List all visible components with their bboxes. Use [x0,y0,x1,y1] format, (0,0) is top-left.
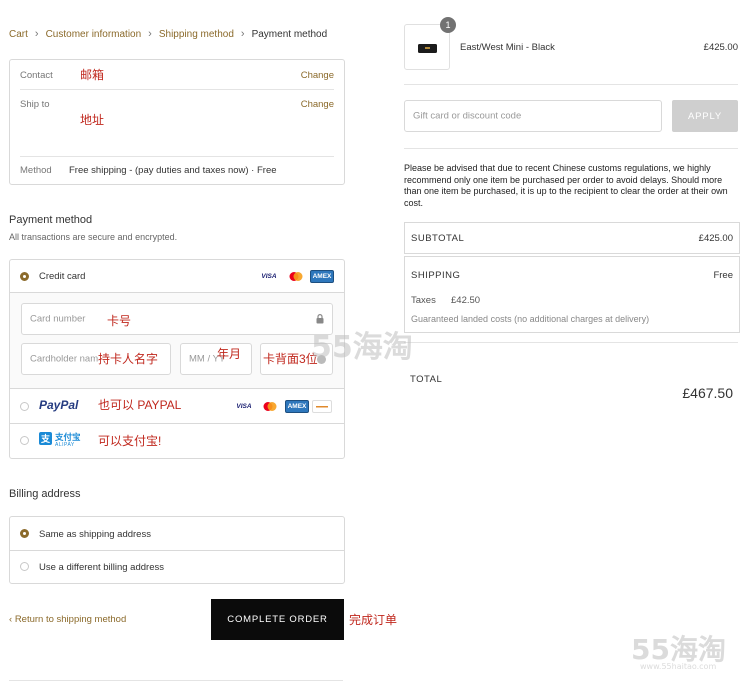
chevron-right-icon: › [148,28,152,40]
shipping-taxes-box: SHIPPING Free Taxes £42.50 Guaranteed la… [404,256,740,333]
payment-option-alipay[interactable]: 支 支付宝 ALIPAY 可以支付宝! [10,424,344,458]
payment-method-subtitle: All transactions are secure and encrypte… [9,232,178,242]
customs-notice: Please be advised that due to recent Chi… [404,163,728,208]
watermark-center: 55海淘 [311,330,413,365]
amex-icon: AMEX [285,400,309,413]
paypal-radio[interactable] [20,402,29,411]
divider [404,84,738,85]
card-number-input[interactable]: Card number [21,303,333,335]
card-form-area: Card number 卡号 Cardholder name 持卡人名字 MM … [10,293,344,388]
chevron-right-icon: › [34,28,39,40]
return-to-shipping-label: Return to shipping method [14,614,127,625]
subtotal-row: SUBTOTAL £425.00 [404,222,740,254]
divider [20,156,334,157]
item-quantity-badge: 1 [440,17,456,33]
expiry-annotation: 年月 [217,347,242,361]
discover-icon [312,400,332,413]
watermark-corner-url: www.55haitao.com [640,662,717,671]
payment-options-box: Credit card VISA AMEX Card number 卡号 Car… [9,259,345,459]
credit-card-label: Credit card [39,271,86,282]
divider [404,148,738,149]
payment-method-title: Payment method [9,214,93,226]
breadcrumb-cart[interactable]: Cart [9,29,28,40]
alipay-radio[interactable] [20,436,29,445]
ship-to-label: Ship to [20,99,50,110]
discount-code-placeholder: Gift card or discount code [413,110,522,122]
visa-icon: VISA [234,401,254,412]
total-value: £467.50 [682,385,733,401]
method-label: Method [20,165,52,176]
method-value: Free shipping - (pay duties and taxes no… [69,165,277,176]
alipay-annotation: 可以支付宝! [98,434,162,448]
breadcrumb-shipping-method[interactable]: Shipping method [159,29,234,40]
billing-different-label: Use a different billing address [39,562,164,573]
cvv-annotation: 卡背面3位 [263,352,318,366]
billing-same-option[interactable]: Same as shipping address [10,517,344,550]
visa-icon: VISA [259,271,279,282]
alipay-icon: 支 [39,432,52,445]
breadcrumb-customer-information[interactable]: Customer information [46,29,142,40]
taxes-label: Taxes [411,295,436,306]
complete-order-button[interactable]: COMPLETE ORDER [211,599,344,640]
billing-address-title: Billing address [9,488,81,500]
landed-costs-note: Guaranteed landed costs (no additional c… [411,314,650,324]
breadcrumb: Cart › Customer information › Shipping m… [9,28,327,40]
card-number-placeholder: Card number [30,313,86,325]
amex-icon: AMEX [310,270,334,283]
cardholder-annotation: 持卡人名字 [98,350,159,367]
divider [9,680,343,681]
complete-order-annotation: 完成订单 [349,613,398,627]
credit-card-radio[interactable] [20,272,29,281]
divider [404,342,738,343]
item-price: £425.00 [703,42,738,53]
shipping-value: Free [713,270,733,281]
review-info-box: Contact 邮箱 Change Ship to 地址 Change Meth… [9,59,345,185]
billing-same-radio[interactable] [20,529,29,538]
subtotal-value: £425.00 [698,233,733,244]
ship-to-change-link[interactable]: Change [301,99,334,110]
billing-different-radio[interactable] [20,562,29,571]
return-to-shipping-link[interactable]: ‹ Return to shipping method [9,614,126,625]
total-label: TOTAL [410,374,443,385]
item-name: East/West Mini - Black [460,42,555,53]
mastercard-icon [262,401,278,412]
discount-code-input[interactable]: Gift card or discount code [404,100,662,132]
card-number-annotation: 卡号 [107,314,132,328]
billing-same-label: Same as shipping address [39,529,151,540]
mastercard-icon [288,271,304,282]
cardholder-name-placeholder: Cardholder name [30,353,104,365]
billing-options-box: Same as shipping address Use a different… [9,516,345,584]
breadcrumb-payment-method: Payment method [251,28,328,40]
contact-change-link[interactable]: Change [301,70,334,81]
payment-option-credit-card[interactable]: Credit card VISA AMEX [10,260,344,292]
payment-option-paypal[interactable]: PayPal 也可以 PAYPAL VISA AMEX [10,389,344,423]
subtotal-label: SUBTOTAL [411,233,465,244]
paypal-annotation: 也可以 PAYPAL [98,398,182,412]
divider [20,89,334,90]
contact-label: Contact [20,70,53,81]
shipping-label: SHIPPING [411,270,461,281]
chevron-right-icon: › [240,28,245,40]
alipay-sub-label: ALIPAY [55,442,75,448]
billing-different-option[interactable]: Use a different billing address [10,551,344,583]
taxes-value: £42.50 [451,295,481,306]
bag-image [418,44,437,53]
apply-discount-button[interactable]: APPLY [672,100,738,132]
contact-annotation: 邮箱 [80,68,105,82]
paypal-logo: PayPal [39,398,79,412]
expiry-input[interactable]: MM / YY [180,343,252,375]
ship-to-annotation: 地址 [80,113,105,127]
